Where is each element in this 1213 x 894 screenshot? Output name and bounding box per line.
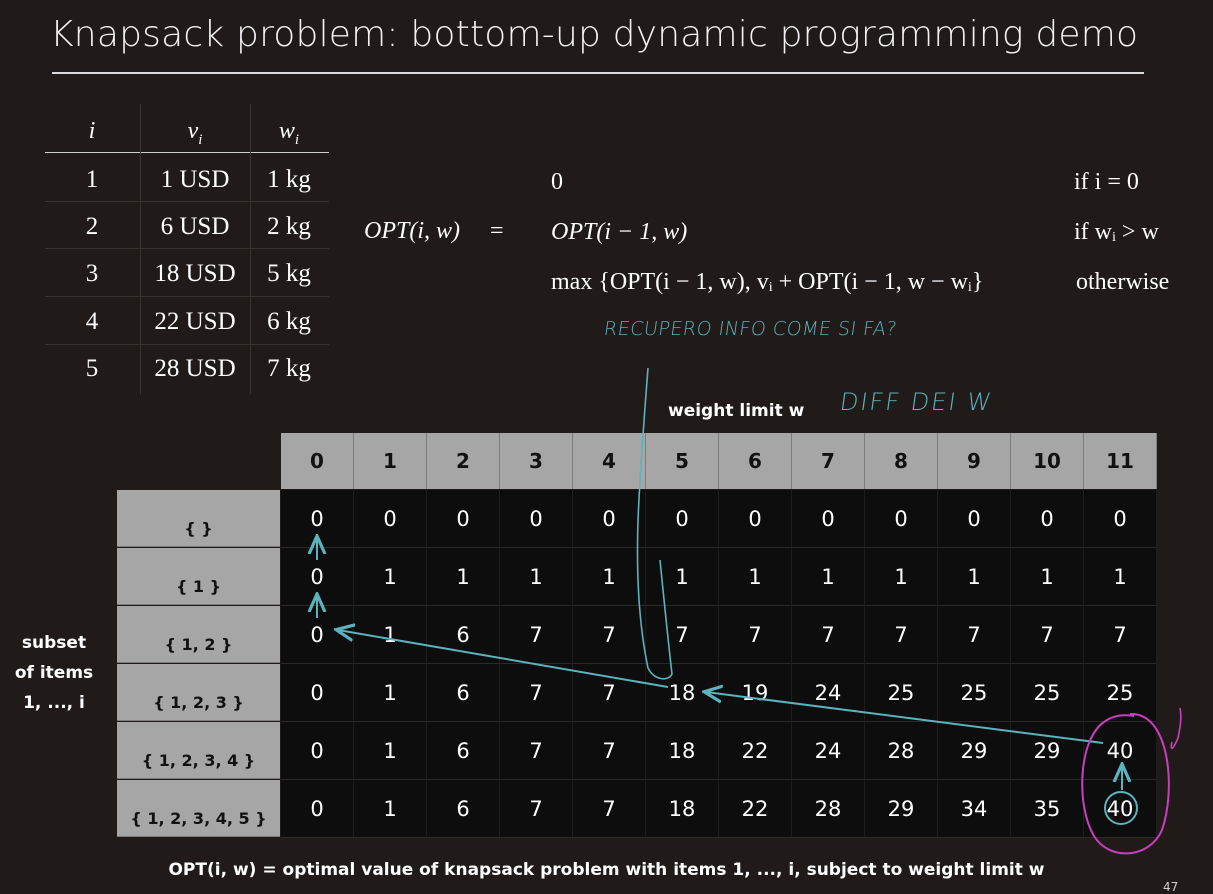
handwritten-stroke xyxy=(636,367,673,680)
footer-caption: OPT(i, w) = optimal value of knapsack pr… xyxy=(168,860,1045,880)
magenta-tick xyxy=(1170,707,1182,750)
annotation-overlay xyxy=(0,367,1182,855)
arrow-40-to-18 xyxy=(706,692,1104,744)
magenta-circle xyxy=(1081,712,1170,855)
circle-final-answer xyxy=(1104,791,1138,825)
arrow-18-to-0 xyxy=(338,630,669,688)
